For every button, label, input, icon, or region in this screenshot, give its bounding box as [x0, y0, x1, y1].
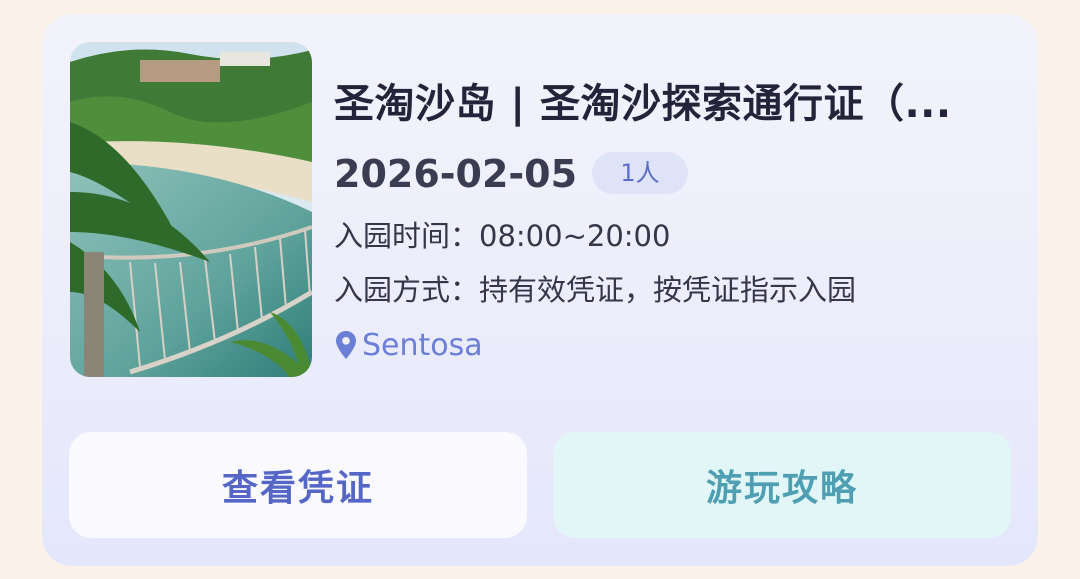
ticket-card[interactable]: 圣淘沙岛 | 圣淘沙探索通行证（... 2026-02-05 1人 入园时间：0…: [42, 14, 1038, 566]
entry-method: 入园方式：持有效凭证，按凭证指示入园: [334, 273, 857, 307]
people-count-badge: 1人: [592, 152, 688, 194]
location-label: Sentosa: [362, 327, 483, 363]
travel-guide-button[interactable]: 游玩攻略: [553, 432, 1011, 538]
map-pin-icon: [336, 331, 356, 359]
location-link[interactable]: Sentosa: [336, 325, 483, 365]
attraction-photo[interactable]: [70, 42, 312, 377]
entry-time: 入园时间：08:00~20:00: [334, 219, 671, 253]
visit-date: 2026-02-05: [334, 152, 578, 196]
view-voucher-button[interactable]: 查看凭证: [69, 432, 527, 538]
ticket-title: 圣淘沙岛 | 圣淘沙探索通行证（...: [334, 81, 952, 127]
